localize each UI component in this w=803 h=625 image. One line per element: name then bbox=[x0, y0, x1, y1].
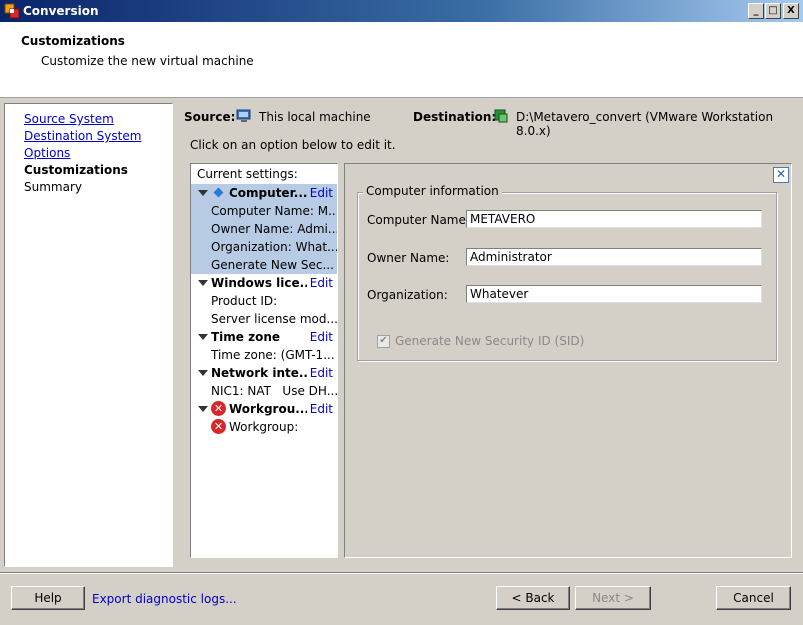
close-button[interactable]: X bbox=[783, 3, 799, 19]
edit-link-network[interactable]: Edit bbox=[306, 364, 333, 382]
title-bar: Conversion _ □ X bbox=[0, 0, 803, 22]
error-icon: ✕ bbox=[211, 401, 226, 416]
window-title: Conversion bbox=[23, 4, 99, 18]
nav-customizations: Customizations bbox=[24, 163, 128, 177]
cancel-button[interactable]: Cancel bbox=[716, 586, 791, 610]
organization-field[interactable] bbox=[466, 285, 762, 303]
tree-value[interactable]: Time zone: (GMT-1... bbox=[191, 346, 337, 364]
computer-name-field[interactable] bbox=[466, 210, 762, 228]
tree-value[interactable]: Computer Name: M... bbox=[191, 202, 337, 220]
tree-group-windows-license[interactable]: Windows lice... Edit bbox=[191, 274, 337, 292]
tree-group-label: Workgrou... bbox=[229, 402, 309, 416]
edit-link-computer[interactable]: Edit bbox=[306, 184, 333, 202]
tree-group-label: Windows lice... bbox=[211, 276, 314, 290]
collapse-triangle-icon[interactable] bbox=[198, 280, 208, 286]
error-icon: ✕ bbox=[211, 419, 226, 434]
diamond-icon bbox=[213, 187, 224, 198]
next-button[interactable]: Next > bbox=[575, 586, 651, 610]
tree-group-computer[interactable]: Computer... Edit bbox=[191, 184, 337, 202]
tree-value[interactable]: ✕ Workgroup: bbox=[191, 418, 337, 436]
nav-options[interactable]: Options bbox=[24, 146, 70, 160]
collapse-triangle-icon[interactable] bbox=[198, 406, 208, 412]
tree-value[interactable]: Generate New Sec... bbox=[191, 256, 337, 274]
app-icon bbox=[4, 3, 20, 19]
page-title: Customizations bbox=[21, 34, 125, 48]
sid-checkbox-label: Generate New Security ID (SID) bbox=[395, 334, 585, 348]
export-logs-link[interactable]: Export diagnostic logs... bbox=[92, 592, 237, 606]
owner-name-field[interactable] bbox=[466, 248, 762, 266]
back-button[interactable]: < Back bbox=[496, 586, 570, 610]
nav-source-system[interactable]: Source System bbox=[24, 112, 114, 126]
group-title: Computer information bbox=[363, 184, 502, 198]
tree-group-network[interactable]: Network inte... Edit bbox=[191, 364, 337, 382]
tree-heading: Current settings: bbox=[197, 167, 298, 181]
tree-value[interactable]: Organization: What... bbox=[191, 238, 337, 256]
minimize-button[interactable]: _ bbox=[748, 3, 764, 19]
sid-checkbox[interactable]: ✔ bbox=[377, 335, 390, 348]
tree-group-label: Time zone bbox=[211, 330, 281, 344]
footer-separator bbox=[0, 572, 803, 574]
close-editor-icon[interactable]: ✕ bbox=[773, 167, 789, 183]
tree-value[interactable]: Product ID: bbox=[191, 292, 337, 310]
tree-group-label: Network inte... bbox=[211, 366, 313, 380]
nav-destination-system[interactable]: Destination System bbox=[24, 129, 141, 143]
vm-icon bbox=[494, 109, 508, 123]
collapse-triangle-icon[interactable] bbox=[198, 190, 208, 196]
destination-label: Destination: bbox=[413, 110, 497, 124]
instruction-text: Click on an option below to edit it. bbox=[190, 138, 396, 152]
tree-group-workgroup[interactable]: ✕ Workgrou... Edit bbox=[191, 400, 337, 418]
wizard-header: Customizations Customize the new virtual… bbox=[0, 22, 803, 98]
maximize-button[interactable]: □ bbox=[765, 3, 781, 19]
tree-value[interactable]: Server license mod... bbox=[191, 310, 337, 328]
page-subtitle: Customize the new virtual machine bbox=[41, 54, 254, 68]
organization-label: Organization: bbox=[367, 288, 448, 302]
tree-value[interactable]: NIC1: NAT Use DH... bbox=[191, 382, 337, 400]
nav-summary: Summary bbox=[24, 180, 82, 194]
edit-link-workgroup[interactable]: Edit bbox=[306, 400, 333, 418]
computer-icon bbox=[236, 109, 251, 122]
collapse-triangle-icon[interactable] bbox=[198, 370, 208, 376]
tree-value[interactable]: Owner Name: Admi... bbox=[191, 220, 337, 238]
computer-name-label: Computer Name: bbox=[367, 213, 470, 227]
owner-name-label: Owner Name: bbox=[367, 251, 450, 265]
help-button[interactable]: Help bbox=[11, 586, 85, 610]
settings-tree: Current settings: Computer... Edit Compu… bbox=[190, 163, 338, 558]
tree-group-time-zone[interactable]: Time zone Edit bbox=[191, 328, 337, 346]
tree-group-label: Computer... bbox=[229, 186, 308, 200]
wizard-steps-nav: Source System Destination System Options… bbox=[4, 103, 173, 567]
source-value: This local machine bbox=[259, 110, 371, 124]
edit-link-time-zone[interactable]: Edit bbox=[306, 328, 333, 346]
destination-value: D:\Metavero_convert (VMware Workstation … bbox=[516, 110, 774, 138]
edit-link-windows-license[interactable]: Edit bbox=[306, 274, 333, 292]
collapse-triangle-icon[interactable] bbox=[198, 334, 208, 340]
source-label: Source: bbox=[184, 110, 236, 124]
